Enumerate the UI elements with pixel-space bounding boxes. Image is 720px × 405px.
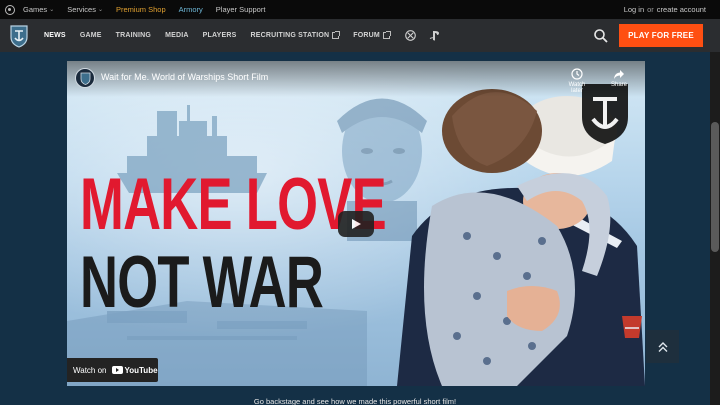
topbar-item-services[interactable]: Services ⌄ <box>67 5 103 14</box>
play-for-free-button[interactable]: PLAY FOR FREE <box>619 24 703 47</box>
topbar-item-armory[interactable]: Armory <box>179 5 203 14</box>
video-caption: Go backstage and see how we made this po… <box>253 397 457 405</box>
playstation-icon[interactable] <box>428 29 442 43</box>
nav-item-media[interactable]: MEDIA <box>165 19 189 52</box>
play-icon <box>352 219 361 229</box>
topbar-item-premium-shop[interactable]: Premium Shop <box>116 5 166 14</box>
nav-item-players[interactable]: PLAYERS <box>203 19 237 52</box>
nav-item-recruiting-station[interactable]: RECRUITING STATION <box>250 19 341 52</box>
channel-avatar[interactable] <box>75 68 95 88</box>
share-label: Share <box>610 82 627 88</box>
wargaming-logo-icon[interactable] <box>5 4 15 15</box>
topbar-item-games[interactable]: Games ⌄ <box>23 5 54 14</box>
xbox-icon[interactable] <box>404 29 418 43</box>
clock-icon <box>570 67 584 81</box>
watch-on-label: Watch on <box>73 365 107 375</box>
search-icon[interactable] <box>592 27 610 45</box>
share-button[interactable]: Share <box>607 67 631 88</box>
account-links: Log in or create account <box>624 0 706 19</box>
youtube-icon <box>111 366 123 374</box>
warships-emblem-icon <box>10 24 28 48</box>
nav-item-training[interactable]: TRAINING <box>116 19 151 52</box>
login-link[interactable]: Log in <box>624 5 644 14</box>
external-link-icon <box>332 31 341 39</box>
share-arrow-icon <box>612 67 626 81</box>
topbar-item-player-support[interactable]: Player Support <box>216 5 266 14</box>
external-link-icon <box>382 31 391 39</box>
video-player[interactable]: MAKE LOVE NOT WAR Wait for Me. World of … <box>67 61 645 386</box>
chevron-down-icon: ⌄ <box>49 7 55 13</box>
nav-menu: NEWS GAME TRAINING MEDIA PLAYERS RECRUITING S… <box>44 19 404 52</box>
play-video-button[interactable] <box>338 211 374 237</box>
utility-bar: Games ⌄ Services ⌄ Premium Shop Armory Player … <box>0 0 720 19</box>
chevron-down-icon: ⌄ <box>97 7 104 13</box>
page-scrollbar[interactable] <box>710 52 720 405</box>
nav-item-game[interactable]: GAME <box>80 19 102 52</box>
nav-item-news[interactable]: NEWS <box>44 19 66 52</box>
world-of-warships-logo[interactable] <box>0 19 38 52</box>
watch-later-button[interactable]: Watch later <box>565 67 589 94</box>
or-text: or <box>647 5 654 14</box>
watch-on-youtube-button[interactable]: Watch on YouTube <box>67 358 158 382</box>
youtube-label: YouTube <box>124 365 158 375</box>
main-navigation: NEWS GAME TRAINING MEDIA PLAYERS RECRUITING S… <box>0 19 720 52</box>
headline-not-war: NOT WAR <box>80 242 324 323</box>
watch-later-label: Watch later <box>568 82 586 94</box>
scrollbar-thumb[interactable] <box>711 122 719 252</box>
video-header: Wait for Me. World of Warships Short Fil… <box>67 61 645 97</box>
create-account-link[interactable]: create account <box>657 5 706 14</box>
nav-item-forum[interactable]: FORUM <box>353 19 391 52</box>
video-title[interactable]: Wait for Me. World of Warships Short Fil… <box>101 72 268 82</box>
back-to-top-button[interactable] <box>646 330 679 363</box>
double-chevron-up-icon <box>658 341 667 352</box>
